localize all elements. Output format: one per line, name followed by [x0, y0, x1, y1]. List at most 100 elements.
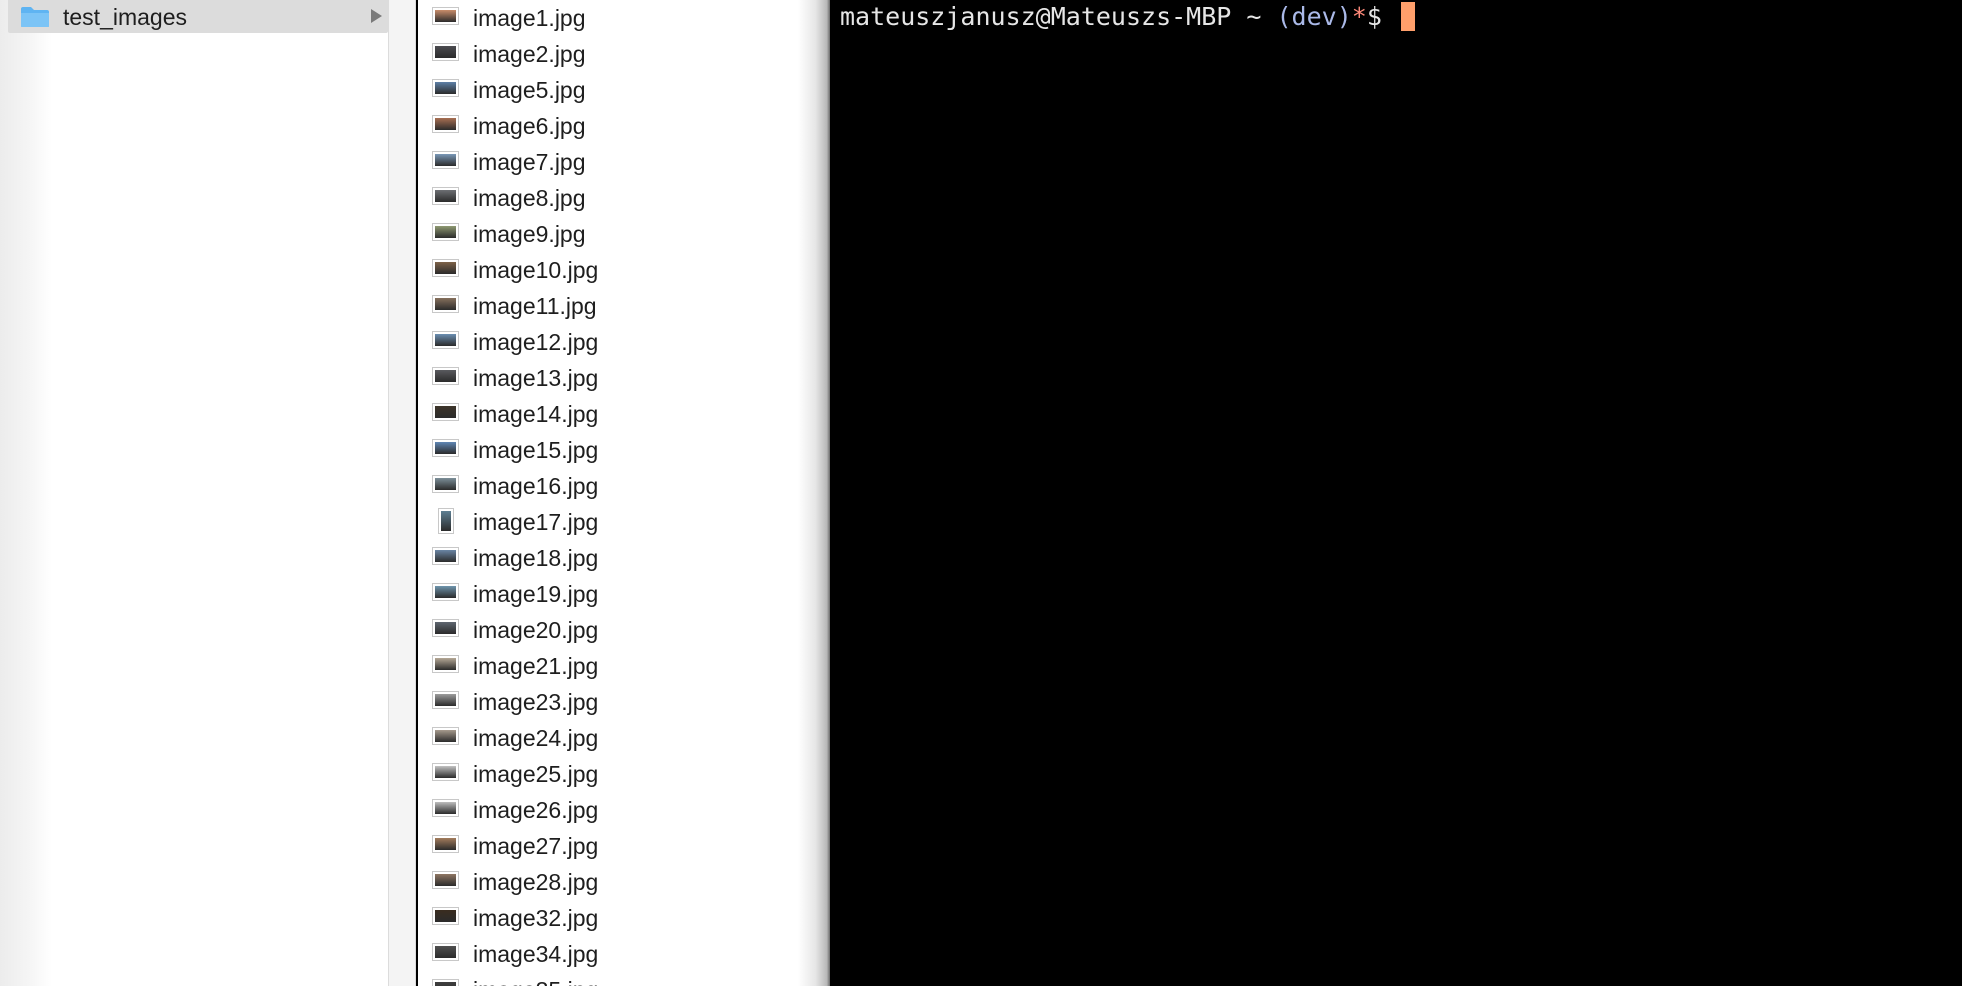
file-name: image14.jpg [473, 401, 599, 427]
file-name: image35.jpg [473, 975, 598, 986]
file-row[interactable]: image20.jpg [418, 615, 798, 651]
thumbnail-picture [435, 370, 456, 382]
prompt-branch: (dev) [1276, 2, 1352, 31]
file-name: image27.jpg [473, 833, 599, 859]
window-edge-shadow [798, 0, 830, 986]
file-row[interactable]: image8.jpg [418, 183, 798, 219]
folder-row-test-images[interactable]: test_images [8, 0, 388, 33]
file-name: image5.jpg [473, 77, 586, 103]
file-name: image28.jpg [473, 869, 599, 895]
file-name: image21.jpg [473, 653, 599, 679]
file-row[interactable]: image7.jpg [418, 147, 798, 183]
column-divider[interactable] [388, 0, 416, 986]
file-name: image13.jpg [473, 365, 599, 391]
file-row[interactable]: image15.jpg [418, 435, 798, 471]
thumbnail-picture [435, 874, 456, 886]
text-cursor [1400, 2, 1415, 31]
image-thumbnail-icon [432, 79, 459, 97]
thumbnail-picture [435, 334, 456, 346]
file-name: image26.jpg [473, 797, 599, 823]
thumbnail-picture [435, 118, 456, 130]
image-thumbnail-icon [432, 475, 459, 493]
thumbnail-picture [435, 154, 456, 166]
file-row[interactable]: image2.jpg [418, 39, 798, 75]
image-thumbnail-icon [432, 403, 459, 421]
thumbnail-picture [441, 511, 451, 531]
file-name: image2.jpg [473, 41, 586, 67]
image-thumbnail-icon [432, 907, 459, 925]
file-row[interactable]: image23.jpg [418, 687, 798, 723]
image-thumbnail-icon [432, 943, 459, 961]
file-row[interactable]: image5.jpg [418, 75, 798, 111]
terminal-prompt-line[interactable]: mateuszjanusz@Mateuszs-MBP ~ (dev)*$ [840, 0, 1415, 34]
image-thumbnail-icon [432, 835, 459, 853]
thumbnail-picture [435, 658, 456, 670]
file-row[interactable]: image27.jpg [418, 831, 798, 867]
thumbnail-picture [435, 838, 456, 850]
file-row[interactable]: image25.jpg [418, 759, 798, 795]
image-thumbnail-icon [432, 691, 459, 709]
file-row[interactable]: image35.jpg [418, 975, 798, 986]
chevron-right-icon[interactable] [371, 9, 382, 23]
file-row[interactable]: image6.jpg [418, 111, 798, 147]
file-row[interactable]: image10.jpg [418, 255, 798, 291]
thumbnail-picture [435, 766, 456, 778]
file-name: image17.jpg [473, 509, 599, 535]
thumbnail-picture [435, 82, 456, 94]
column-shade [0, 0, 52, 986]
image-thumbnail-icon [438, 508, 454, 534]
image-thumbnail-icon [432, 187, 459, 205]
file-row[interactable]: image17.jpg [418, 507, 798, 543]
image-thumbnail-icon [432, 871, 459, 889]
file-name: image6.jpg [473, 113, 586, 139]
desktop-screen: test_images image1.jpg image2.jpg image5.j… [0, 0, 1962, 986]
folder-icon [21, 7, 49, 27]
file-row[interactable]: image13.jpg [418, 363, 798, 399]
file-row[interactable]: image11.jpg [418, 291, 798, 327]
file-row[interactable]: image24.jpg [418, 723, 798, 759]
thumbnail-picture [435, 946, 456, 958]
image-thumbnail-icon [432, 619, 459, 637]
file-row[interactable]: image1.jpg [418, 3, 798, 39]
file-name: image10.jpg [473, 257, 599, 283]
thumbnail-picture [435, 406, 456, 418]
file-name: image25.jpg [473, 761, 599, 787]
file-row[interactable]: image32.jpg [418, 903, 798, 939]
file-row[interactable]: image16.jpg [418, 471, 798, 507]
thumbnail-picture [435, 190, 456, 202]
image-thumbnail-icon [432, 763, 459, 781]
thumbnail-picture [435, 694, 456, 706]
image-thumbnail-icon [432, 331, 459, 349]
file-name: image8.jpg [473, 185, 586, 211]
prompt-user-host: mateuszjanusz@Mateuszs-MBP ~ [840, 2, 1277, 31]
image-thumbnail-icon [432, 547, 459, 565]
image-thumbnail-icon [432, 367, 459, 385]
file-row[interactable]: image19.jpg [418, 579, 798, 615]
file-row[interactable]: image9.jpg [418, 219, 798, 255]
file-name: image7.jpg [473, 149, 586, 175]
image-thumbnail-icon [432, 115, 459, 133]
file-name: image11.jpg [473, 293, 597, 319]
terminal-window[interactable]: mateuszjanusz@Mateuszs-MBP ~ (dev)*$ [830, 0, 1962, 986]
finder-file-column: image1.jpg image2.jpg image5.jpg image6.jpg… [418, 0, 798, 986]
file-name: image12.jpg [473, 329, 599, 355]
image-thumbnail-icon [432, 7, 459, 25]
file-row[interactable]: image34.jpg [418, 939, 798, 975]
file-name: image1.jpg [473, 5, 586, 31]
file-row[interactable]: image12.jpg [418, 327, 798, 363]
prompt-symbol: $ [1366, 2, 1397, 31]
image-thumbnail-icon [432, 655, 459, 673]
thumbnail-picture [435, 982, 456, 986]
file-name: image19.jpg [473, 581, 599, 607]
prompt-dirty-marker: * [1351, 2, 1367, 31]
file-name: image20.jpg [473, 617, 599, 643]
file-row[interactable]: image14.jpg [418, 399, 798, 435]
file-name: image9.jpg [473, 221, 586, 247]
file-row[interactable]: image26.jpg [418, 795, 798, 831]
file-row[interactable]: image28.jpg [418, 867, 798, 903]
file-name: image16.jpg [473, 473, 599, 499]
file-row[interactable]: image18.jpg [418, 543, 798, 579]
file-row[interactable]: image21.jpg [418, 651, 798, 687]
image-thumbnail-icon [432, 727, 459, 745]
thumbnail-picture [435, 550, 456, 562]
